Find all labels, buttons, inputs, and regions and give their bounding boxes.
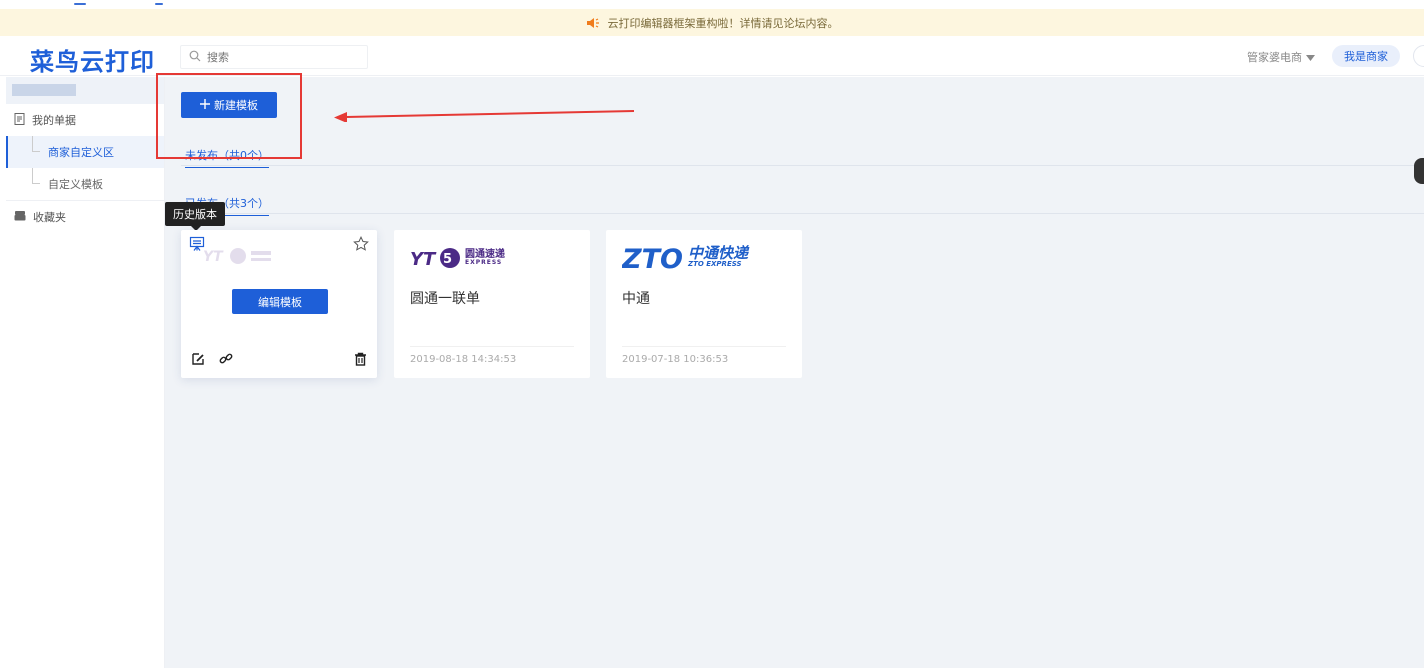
- divider: [181, 165, 1424, 166]
- template-card[interactable]: ZTO 中通快递 ZTO EXPRESS 中通 2019-07-18 10:36…: [606, 230, 802, 378]
- divider: [181, 213, 1424, 214]
- tab-indicator: [74, 3, 86, 5]
- template-card[interactable]: YT 5 圆通速递 EXPRESS 圆通一联单 2019-08-18 14:34:…: [394, 230, 590, 378]
- sidebar-item-my-documents[interactable]: 我的单据: [6, 104, 164, 136]
- notice-text: 云打印编辑器框架重构啦！详情请见论坛内容。: [607, 16, 839, 30]
- window-top-strip: [0, 0, 1424, 9]
- divider: [410, 346, 574, 347]
- avatar[interactable]: [1413, 45, 1424, 67]
- sidebar-item-label: 自定义模板: [48, 178, 103, 191]
- zto-logo: ZTO 中通快递 ZTO EXPRESS: [622, 243, 748, 271]
- highlight-box: [156, 73, 302, 159]
- trash-icon[interactable]: [354, 352, 367, 369]
- link-icon[interactable]: [219, 352, 233, 369]
- arrow-annotation: [334, 110, 635, 122]
- tooltip-history-version: 历史版本: [165, 202, 225, 231]
- notice-bar: 云打印编辑器框架重构啦！详情请见论坛内容。: [0, 9, 1424, 36]
- document-icon: [14, 112, 25, 128]
- zto-logo-text: 中通快递: [688, 244, 749, 262]
- search-icon: [189, 50, 201, 65]
- zto-logo-sub: ZTO EXPRESS: [688, 260, 742, 268]
- sidebar-item-label: 收藏夹: [33, 211, 66, 224]
- template-card[interactable]: YT 编辑模板: [181, 230, 377, 378]
- ghost-logo: YT: [203, 246, 273, 266]
- sidebar-item-label: 商家自定义区: [48, 146, 114, 159]
- user-name-blurred: [6, 77, 164, 104]
- speaker-icon: [586, 17, 600, 29]
- sidebar-item-label: 我的单据: [32, 114, 76, 127]
- yto-logo-sub: EXPRESS: [465, 259, 503, 266]
- header: 菜鸟云打印 管家婆电商 我是商家: [0, 36, 1424, 76]
- search-input[interactable]: [207, 50, 357, 64]
- svg-text:YT: YT: [410, 249, 437, 270]
- svg-text:YT: YT: [203, 249, 224, 265]
- side-toggle-handle[interactable]: [1414, 158, 1424, 184]
- template-name: 中通: [622, 291, 650, 307]
- sidebar-item-custom-template[interactable]: 自定义模板: [6, 168, 164, 200]
- yto-logo: YT 5 圆通速递 EXPRESS: [410, 246, 505, 270]
- svg-text:5: 5: [443, 252, 452, 267]
- sidebar: 我的单据 商家自定义区 自定义模板 收藏夹: [6, 77, 165, 668]
- template-name: 圆通一联单: [410, 291, 480, 307]
- merchant-select[interactable]: 管家婆电商: [1247, 49, 1315, 65]
- main-content: 新建模板 未发布（共0个） 已发布（共3个） 历史版本 YT 编辑模板 YT5: [165, 77, 1424, 668]
- star-icon[interactable]: [353, 236, 369, 255]
- merchant-button[interactable]: 我是商家: [1332, 45, 1400, 67]
- search-box[interactable]: [180, 45, 368, 69]
- template-date: 2019-07-18 10:36:53: [622, 354, 729, 365]
- svg-text:ZTO: ZTO: [622, 244, 683, 271]
- edit-template-button[interactable]: 编辑模板: [232, 289, 328, 314]
- chevron-down-icon: [1306, 51, 1315, 64]
- template-date: 2019-08-18 14:34:53: [410, 354, 517, 365]
- divider: [622, 346, 786, 347]
- sidebar-item-merchant-custom[interactable]: 商家自定义区: [6, 136, 164, 168]
- app-logo[interactable]: 菜鸟云打印: [30, 42, 155, 77]
- edit-icon[interactable]: [191, 352, 205, 369]
- sidebar-item-favorites[interactable]: 收藏夹: [6, 201, 164, 233]
- tab-indicator: [155, 3, 163, 5]
- merchant-select-label: 管家婆电商: [1247, 51, 1302, 64]
- folder-icon: [14, 210, 26, 224]
